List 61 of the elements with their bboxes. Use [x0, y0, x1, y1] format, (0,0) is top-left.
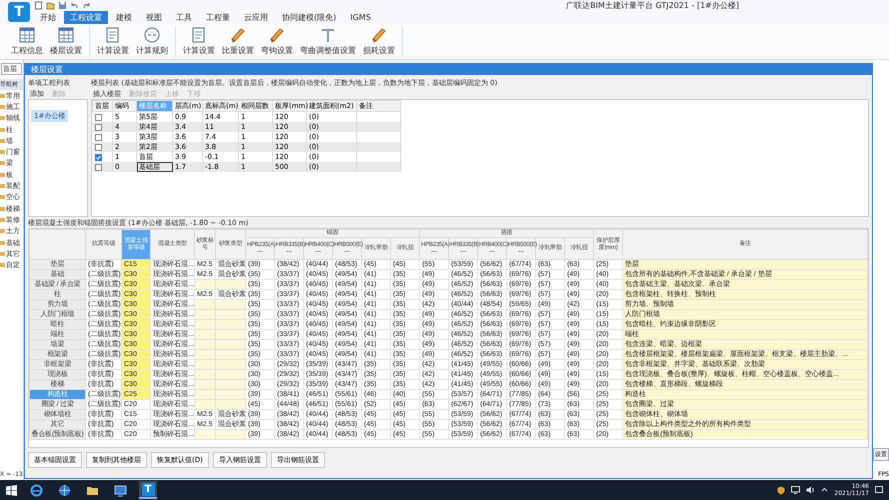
checkbox[interactable]: [94, 144, 102, 151]
pencil-icon: [370, 26, 388, 44]
folder-icon: [0, 229, 5, 234]
menu-tab[interactable]: 云应用: [238, 11, 274, 24]
menu-tab[interactable]: IGMS: [344, 12, 377, 23]
menu-tab[interactable]: 开始: [34, 11, 62, 24]
ribbon-button[interactable]: 楼层设置: [48, 26, 84, 57]
pencil-icon: [268, 26, 286, 44]
folder-icon: [0, 172, 5, 177]
checkbox[interactable]: [94, 164, 102, 171]
redo-icon: [82, 1, 91, 10]
menu-tab[interactable]: 工具: [170, 11, 198, 24]
checkbox[interactable]: [94, 154, 102, 161]
folder-icon: [0, 94, 5, 98]
monitor-icon: [114, 484, 126, 496]
app-logo: T: [142, 482, 154, 496]
checkbox[interactable]: [94, 134, 102, 141]
folder-icon: [0, 195, 5, 200]
folder-icon: [0, 184, 5, 188]
notification-icon: [875, 486, 883, 494]
menu-tab[interactable]: 协同建模(限免): [276, 11, 342, 24]
browser-icon: [30, 484, 42, 496]
windows-icon: [6, 484, 17, 496]
folder-icon: [0, 218, 5, 222]
folder-icon: [0, 128, 5, 132]
folder-icon: [0, 150, 5, 154]
ribbon-button[interactable]: 计算规则: [134, 26, 170, 57]
folder-icon: [0, 161, 5, 166]
globe-icon: [58, 484, 70, 496]
menu-tab[interactable]: 建模: [110, 11, 138, 24]
ribbon-button[interactable]: 弯曲调整值设置: [298, 26, 358, 57]
ribbon-button[interactable]: 比重设置: [220, 26, 256, 57]
ribbon-button[interactable]: 工程信息: [9, 26, 45, 57]
app-logo[interactable]: T: [8, 2, 30, 22]
pencil-icon: [229, 26, 247, 44]
ribbon-button[interactable]: 计算设置: [181, 26, 217, 57]
folder-icon: [0, 263, 5, 268]
chevron-icon: [821, 486, 828, 494]
menu-tab[interactable]: 工程设置: [64, 11, 108, 24]
t-bar-icon: [319, 26, 337, 44]
folder-icon: [0, 116, 5, 120]
checkbox[interactable]: [94, 114, 102, 121]
ribbon-button[interactable]: 损耗设置: [361, 26, 397, 57]
ribbon-button[interactable]: 计算设置: [95, 26, 131, 57]
network-icon: [791, 486, 800, 494]
folder-icon: [0, 240, 5, 244]
folder-icon: [0, 206, 5, 211]
menu-tab[interactable]: 视图: [140, 11, 168, 24]
dialog-title: 楼层设置: [25, 64, 872, 75]
menu-tab[interactable]: 工程量: [200, 11, 236, 24]
speaker-icon: [806, 486, 816, 494]
folder-icon: [0, 252, 5, 256]
undo-icon: [70, 1, 79, 10]
folder-icon: [0, 138, 5, 143]
shield-icon: [777, 486, 786, 494]
checkbox[interactable]: [94, 124, 102, 131]
folder-icon: [46, 1, 55, 10]
ribbon-button[interactable]: 弯钩设置: [259, 26, 295, 57]
folder-icon: [0, 104, 5, 109]
taskbar-app[interactable]: T: [139, 481, 157, 499]
window-title: 广联达BIM土建计量平台 GTJ2021 - [1#办公楼]: [566, 0, 739, 11]
